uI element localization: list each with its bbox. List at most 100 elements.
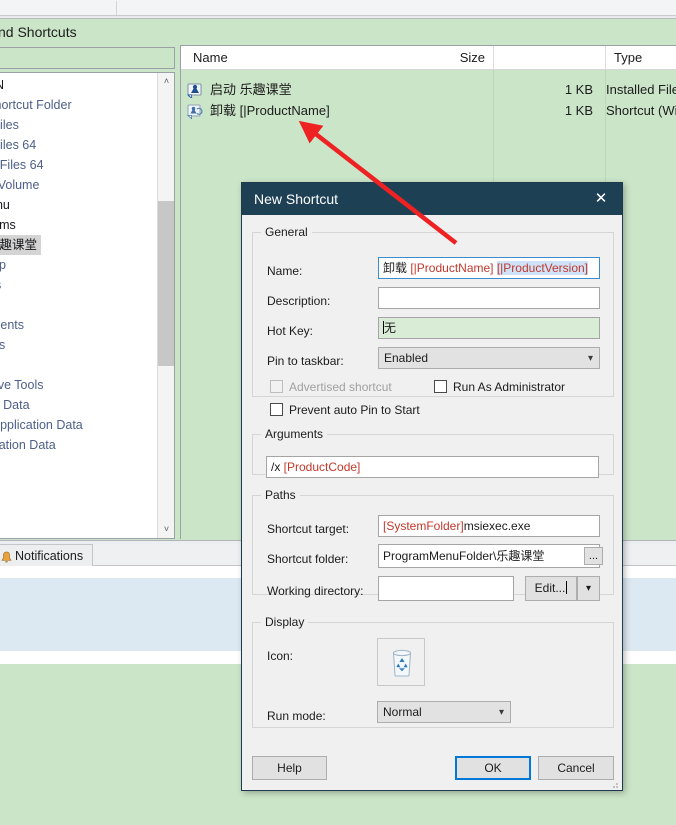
name-value-token-productname: [|ProductName] bbox=[410, 261, 494, 275]
name-input[interactable]: 卸载 [|ProductName] [|ProductVersion] bbox=[378, 257, 600, 279]
tree-item[interactable]: ion Shortcut Folder bbox=[0, 95, 72, 115]
general-group: General Name: 卸载 [|ProductName] [|Produc… bbox=[252, 225, 614, 417]
display-group-legend: Display bbox=[265, 615, 305, 629]
shortcut-target-label: Shortcut target: bbox=[267, 522, 350, 536]
run-mode-select[interactable]: Normal ▾ bbox=[377, 701, 511, 723]
description-label: Description: bbox=[267, 294, 331, 308]
column-header-size[interactable]: Size bbox=[413, 46, 485, 70]
edit-button-label: Edit... bbox=[534, 581, 566, 595]
tree-item[interactable]: 乐趣课堂 bbox=[0, 235, 42, 255]
tree-scrollbar[interactable]: ˄ ˅ bbox=[157, 73, 174, 538]
arguments-group-legend: Arguments bbox=[265, 427, 324, 441]
app-root: nd Shortcuts Nion Shortcut Foldern Files… bbox=[0, 0, 676, 825]
new-shortcut-dialog: New Shortcut ✕ General Name: 卸载 [|Produc… bbox=[241, 182, 623, 791]
folder-tree-panel[interactable]: Nion Shortcut Foldern Filesn Files 64mon… bbox=[0, 72, 175, 539]
tree-item[interactable]: s Volume bbox=[0, 175, 39, 195]
file-name-cell: 启动 乐趣课堂 bbox=[210, 82, 292, 97]
dialog-title-bar[interactable]: New Shortcut ✕ bbox=[242, 183, 622, 215]
table-row[interactable]: 卸载 [|ProductName] 1 KB Shortcut (Wi. bbox=[181, 100, 676, 121]
shortcut-folder-input[interactable]: ProgramMenuFolder\乐趣课堂 bbox=[378, 544, 600, 568]
dialog-title: New Shortcut bbox=[254, 191, 339, 207]
name-label: Name: bbox=[267, 264, 303, 278]
file-size-cell: 1 KB bbox=[564, 103, 593, 118]
run-mode-value: Normal bbox=[383, 705, 422, 719]
advertised-shortcut-label: Advertised shortcut bbox=[289, 380, 392, 394]
tab-notifications[interactable]: Notifications bbox=[0, 544, 94, 566]
tree-item[interactable]: enu bbox=[0, 195, 10, 215]
toolbar-divider bbox=[116, 1, 117, 15]
chevron-down-icon: ▾ bbox=[587, 353, 593, 364]
ok-button[interactable]: OK bbox=[455, 756, 531, 780]
resize-grip-icon[interactable] bbox=[609, 778, 619, 788]
shortcut-folder-browse-button[interactable]: ... bbox=[584, 547, 603, 565]
run-mode-label: Run mode: bbox=[267, 709, 326, 723]
tree-item[interactable]: n Files bbox=[0, 115, 19, 135]
tree-item[interactable]: up bbox=[0, 255, 6, 275]
chevron-down-icon: ▾ bbox=[498, 707, 504, 718]
prevent-auto-pin-checkbox[interactable] bbox=[270, 403, 283, 416]
shortcut-target-input[interactable]: [SystemFolder]msiexec.exe bbox=[378, 515, 600, 537]
tree-item[interactable]: N bbox=[0, 75, 4, 95]
tree-item[interactable]: ion Data bbox=[0, 395, 30, 415]
edit-button[interactable]: Edit... bbox=[525, 576, 577, 601]
scroll-down-icon[interactable]: ˅ bbox=[158, 521, 174, 538]
icon-preview-button[interactable] bbox=[377, 638, 425, 686]
column-separator[interactable] bbox=[493, 46, 494, 70]
shortcut-installed-file-icon bbox=[187, 82, 203, 99]
shortcut-target-token: [SystemFolder] bbox=[383, 519, 464, 533]
scroll-up-icon[interactable]: ˄ bbox=[158, 73, 174, 90]
cancel-button[interactable]: Cancel bbox=[538, 756, 614, 780]
hotkey-input[interactable]: 无 bbox=[378, 317, 600, 339]
page-title: nd Shortcuts bbox=[0, 24, 77, 40]
bell-icon bbox=[1, 549, 12, 563]
display-group: Display Icon: Run mode: Normal ▾ bbox=[252, 615, 614, 728]
tree-item[interactable]: s bbox=[0, 275, 1, 295]
close-icon[interactable]: ✕ bbox=[588, 183, 614, 215]
arguments-value-token: [ProductCode] bbox=[283, 460, 361, 474]
pin-to-taskbar-value: Enabled bbox=[384, 351, 429, 365]
pin-to-taskbar-select[interactable]: Enabled ▾ bbox=[378, 347, 600, 369]
column-separator[interactable] bbox=[605, 46, 606, 70]
tree-item[interactable]: es bbox=[0, 335, 5, 355]
file-size-cell: 1 KB bbox=[564, 82, 593, 97]
file-name-cell: 卸载 [|ProductName] bbox=[210, 103, 330, 118]
table-row[interactable]: 启动 乐趣课堂 1 KB Installed File bbox=[181, 79, 676, 100]
shortcut-windows-icon bbox=[186, 103, 203, 120]
file-type-cell: Shortcut (Wi. bbox=[606, 103, 676, 118]
paths-group: Paths Shortcut target: [SystemFolder]msi… bbox=[252, 488, 614, 601]
edit-dropdown-button[interactable]: ▾ bbox=[577, 576, 600, 601]
working-directory-input[interactable] bbox=[378, 576, 514, 601]
shortcut-folder-value: ProgramMenuFolder\乐趣课堂 bbox=[383, 549, 545, 563]
shortcut-target-plain: msiexec.exe bbox=[463, 519, 531, 533]
pin-to-taskbar-label: Pin to taskbar: bbox=[267, 354, 344, 368]
tree-item[interactable]: pplication Data bbox=[0, 435, 56, 455]
file-type-cell: Installed File bbox=[606, 82, 676, 97]
scrollbar-thumb[interactable] bbox=[158, 201, 174, 366]
general-group-legend: General bbox=[265, 225, 308, 239]
icon-label: Icon: bbox=[267, 649, 294, 663]
run-as-administrator-checkbox[interactable] bbox=[434, 380, 447, 393]
column-header-type[interactable]: Type bbox=[614, 46, 642, 70]
working-directory-label: Working directory: bbox=[267, 584, 364, 598]
tree-item[interactable]: n Application Data bbox=[0, 415, 83, 435]
description-input[interactable] bbox=[378, 287, 600, 309]
tree-filter-input[interactable] bbox=[0, 47, 175, 69]
top-toolbar-strip bbox=[0, 0, 676, 16]
file-list-header: Name Size Type bbox=[181, 46, 676, 70]
column-header-name[interactable]: Name bbox=[193, 46, 228, 70]
help-button[interactable]: Help bbox=[252, 756, 327, 780]
arguments-group: Arguments /x [ProductCode] bbox=[252, 427, 614, 478]
chevron-down-icon: ▾ bbox=[585, 583, 592, 594]
name-value-token-productversion: [|ProductVersion] bbox=[496, 261, 589, 275]
hotkey-label: Hot Key: bbox=[267, 324, 314, 338]
advertised-shortcut-checkbox bbox=[270, 380, 283, 393]
prevent-auto-pin-label[interactable]: Prevent auto Pin to Start bbox=[289, 401, 420, 419]
run-as-administrator-label[interactable]: Run As Administrator bbox=[453, 378, 565, 396]
tree-item[interactable]: trative Tools bbox=[0, 375, 43, 395]
tree-item[interactable]: n Files 64 bbox=[0, 135, 36, 155]
arguments-input[interactable]: /x [ProductCode] bbox=[266, 456, 599, 478]
tree-item[interactable]: rams bbox=[0, 215, 16, 235]
tree-item[interactable]: mon Files 64 bbox=[0, 155, 44, 175]
shortcut-folder-label: Shortcut folder: bbox=[267, 552, 349, 566]
tree-item[interactable]: uments bbox=[0, 315, 24, 335]
